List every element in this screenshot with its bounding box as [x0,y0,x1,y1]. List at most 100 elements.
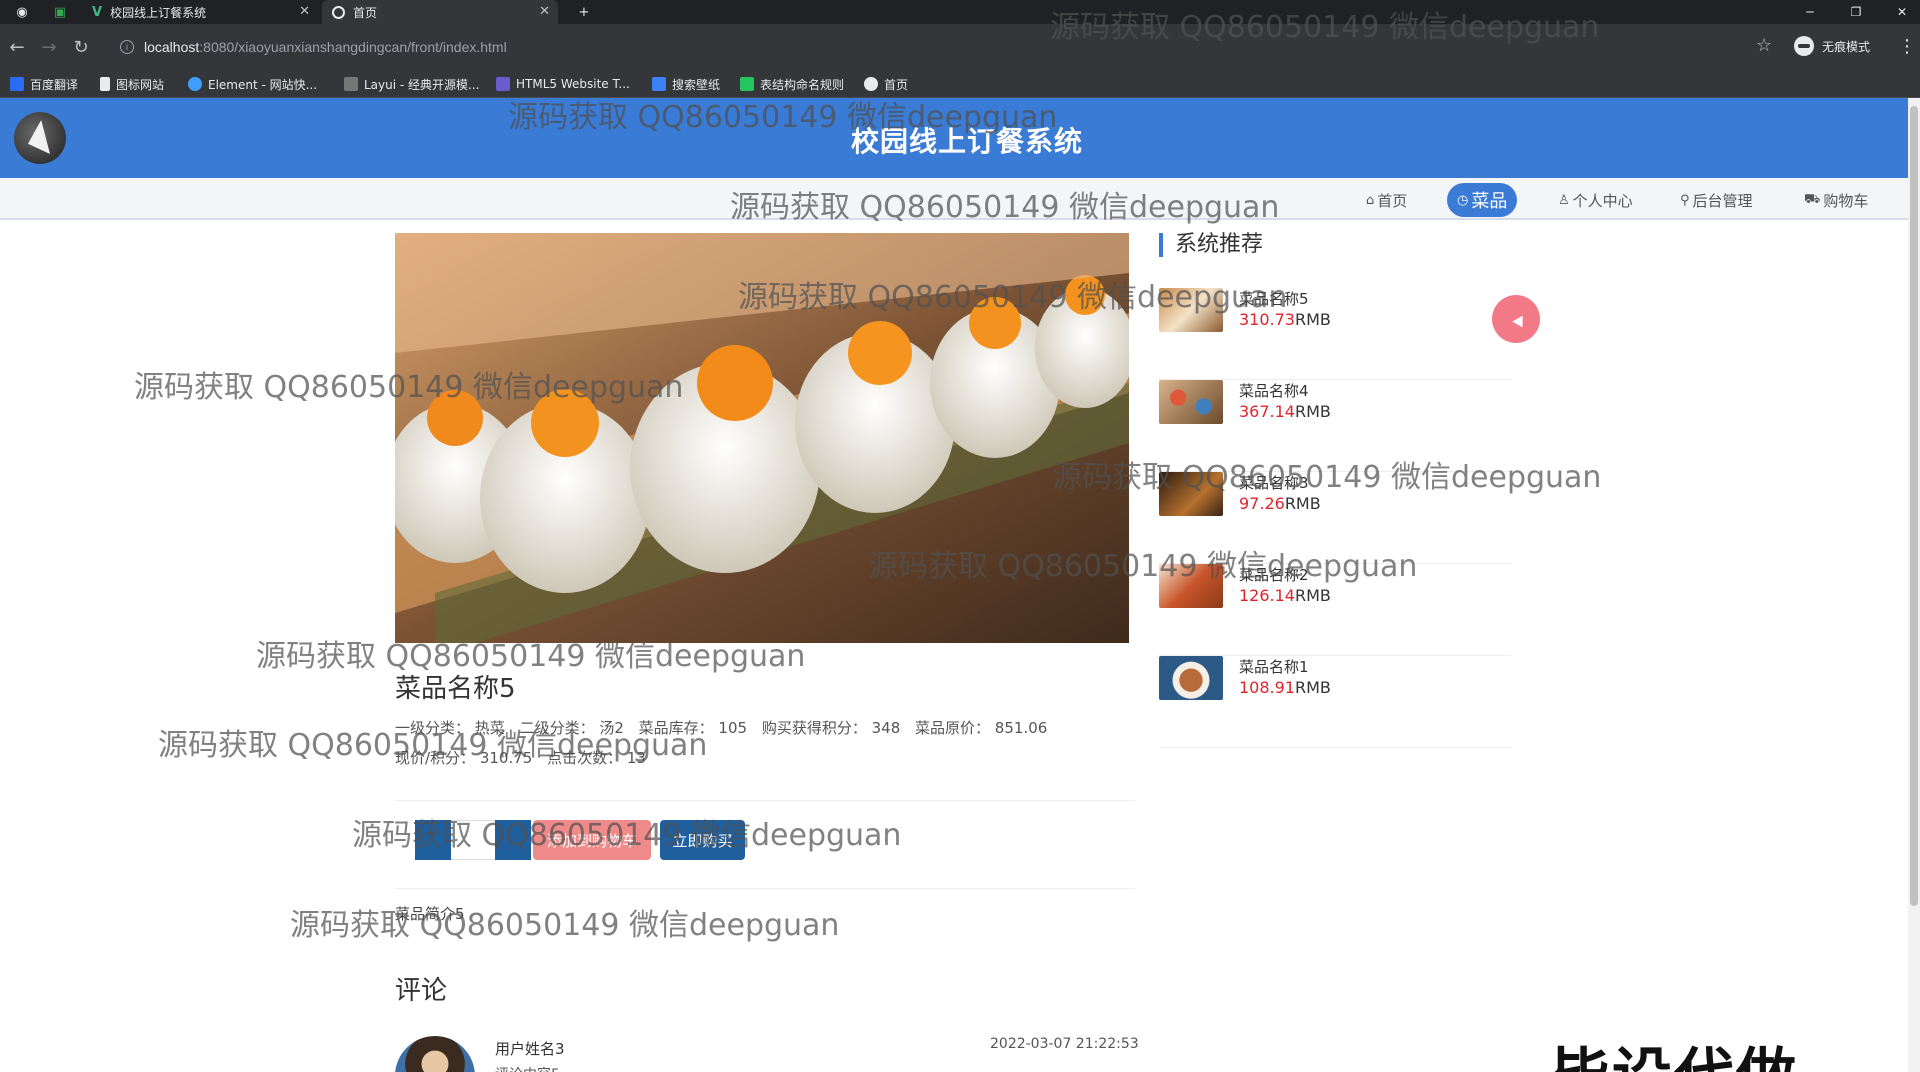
bookmark-item[interactable]: Element - 网站快... [188,75,317,93]
bookmark-item[interactable]: 表结构命名规则 [740,75,844,93]
divider [395,888,1135,889]
nav-item-admin[interactable]: ⚲ 后台管理 [1670,183,1763,217]
vue-icon: V [92,4,103,20]
layui-icon [344,77,358,91]
reload-icon[interactable]: ↻ [68,34,94,60]
page-scrollbar[interactable] [1908,98,1920,1072]
close-icon[interactable]: ✕ [539,4,550,19]
bookmark-item[interactable]: 搜索壁纸 [652,75,720,93]
clock-icon: ◷ [1457,192,1469,208]
recommend-item[interactable]: 菜品名称5 310.73RMB [1159,288,1511,380]
link-icon: ⚲ [1680,192,1690,208]
tab-search-icon[interactable]: ◉ [12,2,32,22]
price-value: 310.73 [1239,310,1295,329]
recommend-price: 367.14RMB [1239,402,1331,421]
forward-icon[interactable]: → [36,34,62,60]
dish-thumbnail [1159,380,1223,424]
url-host: localhost [144,39,200,55]
bookmark-star-icon[interactable]: ☆ [1756,35,1772,56]
url-path: :8080/xiaoyuanxianshangdingcan/front/ind… [199,39,507,55]
attr-points: 购买获得积分： 348 [761,719,901,737]
bookmark-label: HTML5 Website T... [516,77,630,91]
sushi-photo [395,233,1129,643]
cart-icon: ⛟ [1804,191,1821,207]
recommend-title: 系统推荐 [1159,233,1263,257]
dish-thumbnail [1159,564,1223,608]
close-icon[interactable]: ✕ [299,4,310,19]
price-value: 97.26 [1239,494,1285,513]
price-currency: RMB [1294,586,1331,605]
recommend-price: 97.26RMB [1239,494,1321,513]
recommend-item[interactable]: 菜品名称2 126.14RMB [1159,564,1511,656]
price-currency: RMB [1294,678,1331,697]
attr-stock: 菜品库存： 105 [638,719,748,737]
bookmark-label: 表结构命名规则 [760,77,845,92]
incognito-indicator[interactable]: 无痕模式 [1794,36,1870,56]
scrollbar-thumb[interactable] [1910,106,1918,906]
recommend-price: 108.91RMB [1239,678,1331,697]
bookmark-item[interactable]: 百度翻译 [10,75,78,93]
watermark: 源码获取 QQ86050149 微信deepguan [290,908,840,943]
tab-title: 校园线上订餐系统 [110,5,207,20]
browser-menu-icon[interactable]: ⋮ [1898,36,1916,57]
recommend-item[interactable]: 菜品名称3 97.26RMB [1159,472,1511,564]
recommend-name: 菜品名称3 [1239,474,1309,492]
nav-label: 购物车 [1823,191,1869,210]
browser-toolbar: ← → ↻ i localhost:8080/xiaoyuanxianshang… [0,24,1920,70]
dish-title: 菜品名称5 [395,674,516,704]
recommend-name: 菜品名称4 [1239,382,1309,400]
add-to-cart-button[interactable]: 添加到购物车 [533,820,651,860]
bookmark-item[interactable]: 图标网站 [100,75,164,93]
price-currency: RMB [1294,310,1331,329]
dish-thumbnail [1159,288,1223,332]
dish-thumbnail [1159,472,1223,516]
nav-label: 菜品 [1471,191,1508,212]
increment-button[interactable] [495,820,531,860]
recommend-item[interactable]: 菜品名称1 108.91RMB [1159,656,1511,748]
pinned-tab-icon[interactable]: ▣ [50,2,70,22]
buy-now-button[interactable]: 立即购买 [660,820,745,860]
html5-icon [496,77,510,91]
back-icon[interactable]: ← [4,34,30,60]
attr-current-price: 现价/积分： 310.75 [395,749,533,767]
browser-tab-strip: ◉ ▣ V 校园线上订餐系统 ✕ 首页 ✕ + ─ ❐ ✕ [0,0,1920,24]
recommend-item[interactable]: 菜品名称4 367.14RMB [1159,380,1511,472]
bookmark-item[interactable]: 首页 [864,75,908,93]
nav-item-cart[interactable]: ⛟ 购物车 [1794,183,1878,217]
info-icon[interactable]: i [120,40,134,54]
quantity-input[interactable] [451,820,495,860]
attr-click-count: 点击次数： 13 [547,749,646,767]
flag-icon [100,77,110,91]
new-tab-icon[interactable]: + [574,2,594,22]
bookmark-label: 首页 [884,77,909,92]
element-icon [188,77,202,91]
nav-label: 首页 [1377,191,1408,210]
bookmark-item[interactable]: Layui - 经典开源模... [344,75,479,93]
page-viewport: 校园线上订餐系统 ⌂ 首页 ◷ 菜品 ♙ 个人中心 ⚲ 后台管理 ⛟ 购物车 菜… [0,98,1908,1072]
recommend-price: 126.14RMB [1239,586,1331,605]
dish-image [395,233,1129,643]
attr-original-price: 菜品原价： 851.06 [915,719,1048,737]
nav-item-profile[interactable]: ♙ 个人中心 [1548,183,1643,217]
globe-icon [864,77,878,91]
restore-icon[interactable]: ❐ [1838,0,1874,24]
nav-label: 个人中心 [1572,191,1633,210]
minimize-icon[interactable]: ─ [1792,0,1828,24]
window-close-icon[interactable]: ✕ [1884,0,1920,24]
recommend-name: 菜品名称1 [1239,658,1309,676]
attr-category2: 二级分类： 汤2 [519,719,624,737]
tab-home[interactable]: 首页 ✕ [322,0,558,24]
decrement-button[interactable] [415,820,451,860]
nav-label: 后台管理 [1692,191,1753,210]
nav-item-dishes[interactable]: ◷ 菜品 [1447,183,1518,217]
nav-item-home[interactable]: ⌂ 首页 [1356,183,1417,217]
address-bar[interactable]: i localhost:8080/xiaoyuanxianshangdingca… [108,31,1788,63]
recommend-name: 菜品名称5 [1239,290,1309,308]
comment-user: 用户姓名3 [495,1040,565,1058]
incognito-label: 无痕模式 [1822,39,1871,54]
bookmark-label: 图标网站 [116,77,165,92]
comment-time: 2022-03-07 21:22:53 [990,1036,1139,1052]
site-title: 校园线上订餐系统 [850,125,1083,158]
tab-system[interactable]: V 校园线上订餐系统 ✕ [82,0,318,24]
bookmark-item[interactable]: HTML5 Website T... [496,75,630,93]
